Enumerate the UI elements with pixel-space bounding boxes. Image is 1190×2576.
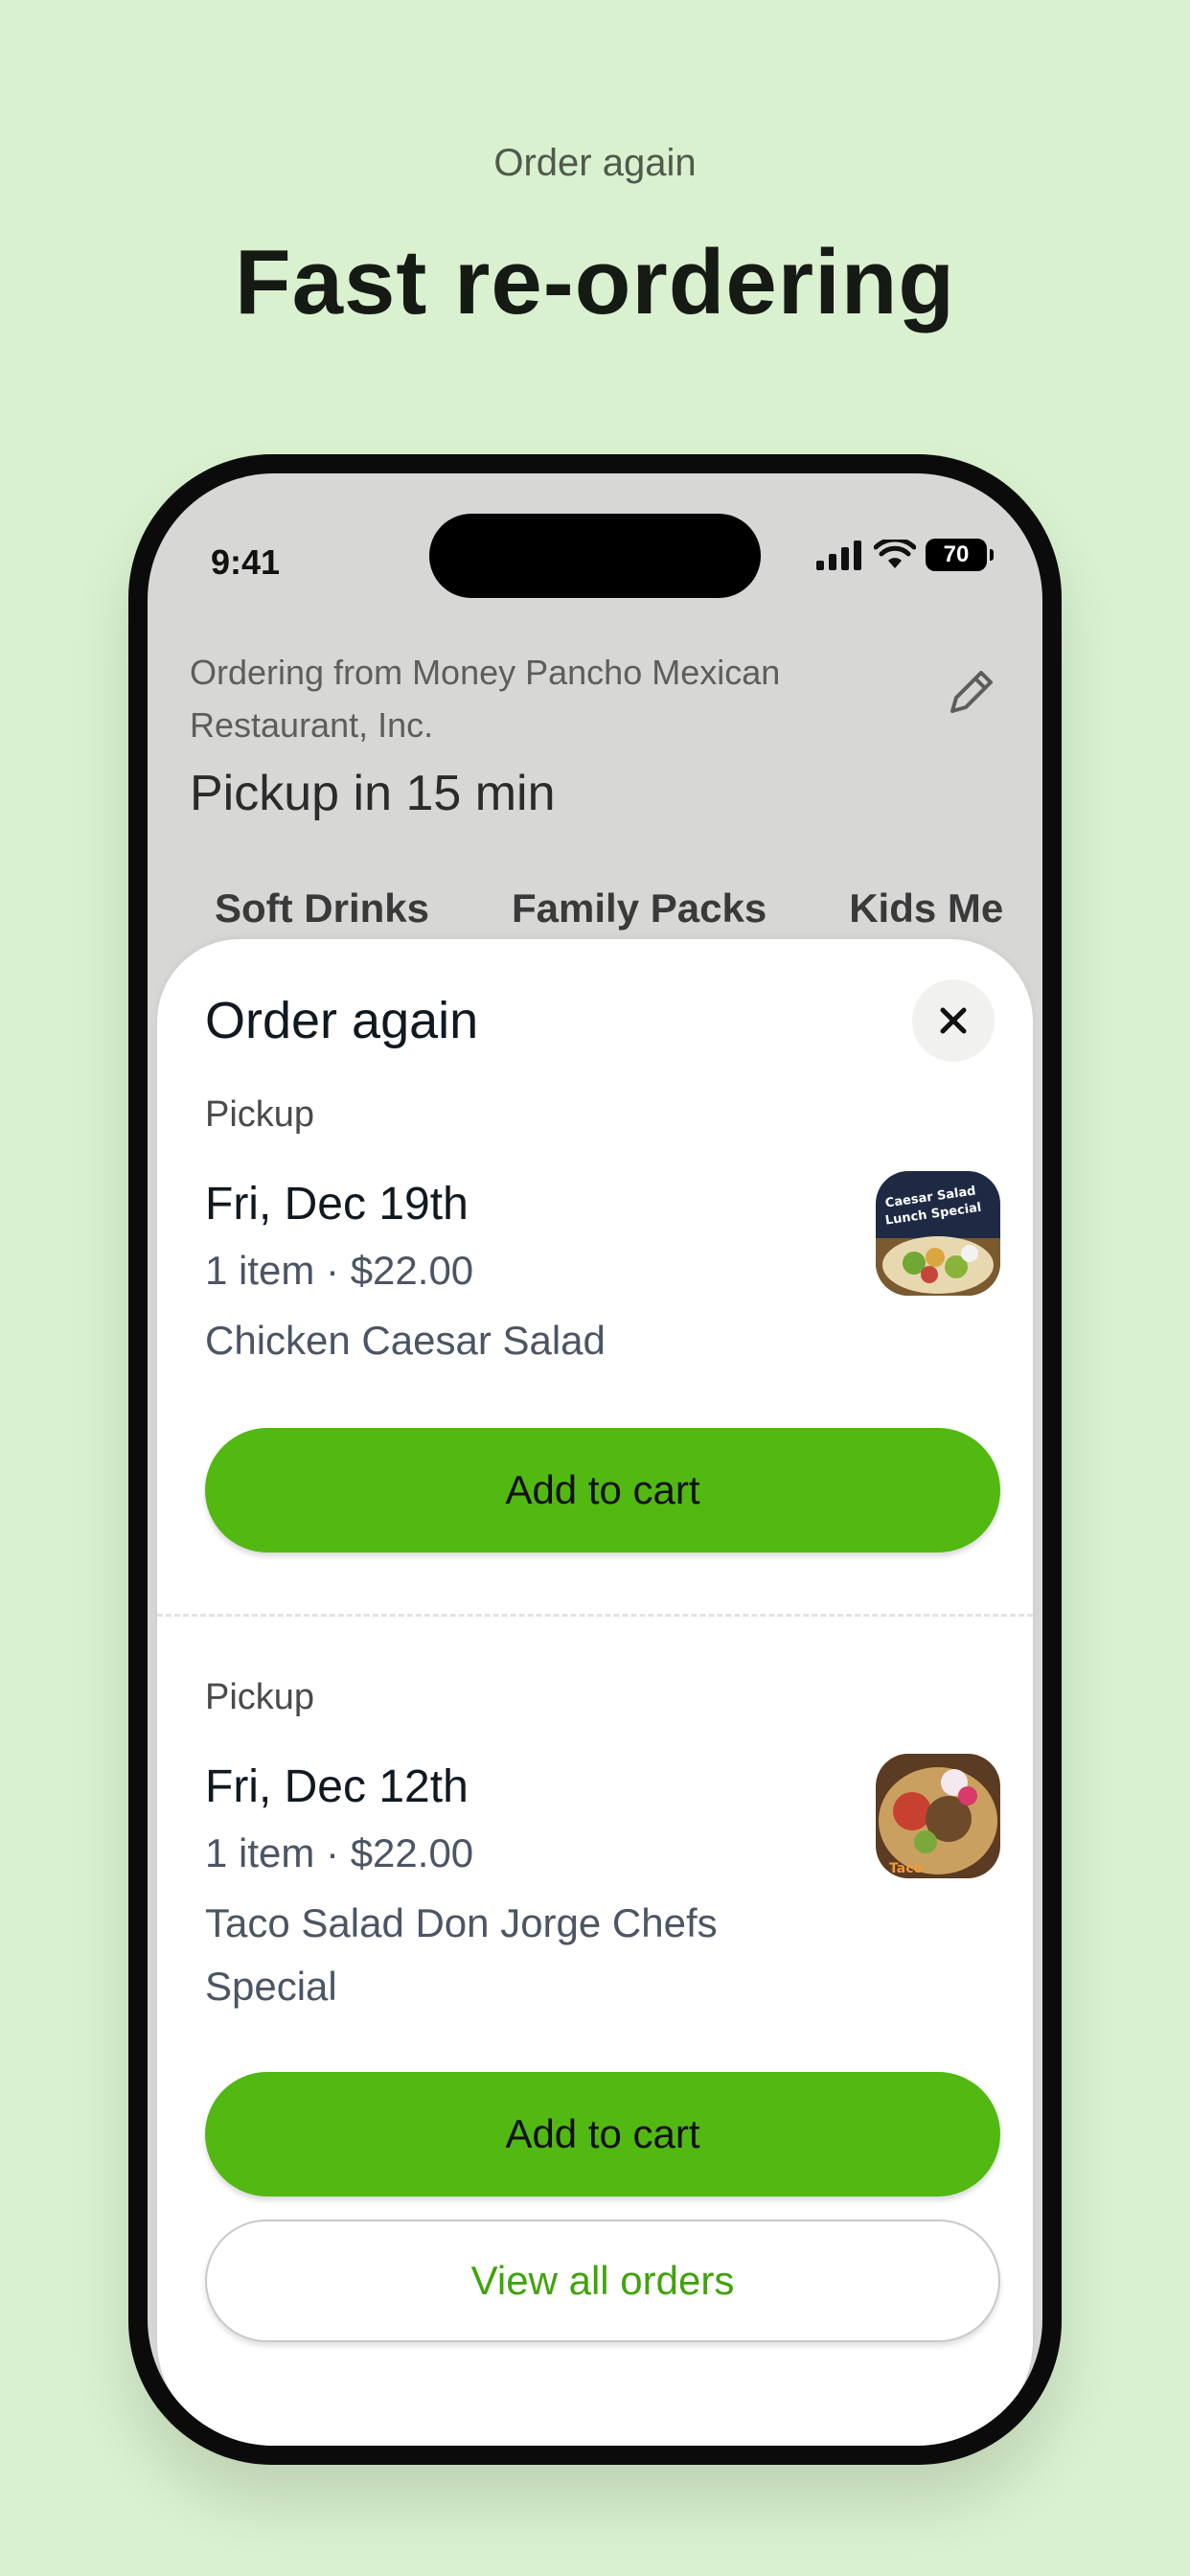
hero-title: Fast re-ordering — [234, 231, 956, 334]
order-type: Pickup — [205, 1094, 315, 1135]
taco-salad-image: Taco — [876, 1754, 1000, 1878]
phone-frame: 9:41 70 Ordering from Money Pancho Mexic… — [128, 454, 1062, 2465]
status-time: 9:41 — [211, 542, 281, 582]
add-to-cart-button[interactable]: Add to cart — [205, 1428, 1000, 1552]
pencil-icon[interactable] — [941, 663, 1000, 723]
sheet-title: Order again — [205, 992, 479, 1049]
svg-text:Taco: Taco — [889, 1861, 923, 1876]
tab-soft-drinks[interactable]: Soft Drinks — [215, 886, 429, 932]
tab-family-packs[interactable]: Family Packs — [512, 886, 767, 932]
hero-eyebrow: Order again — [493, 142, 697, 184]
order-card: Pickup Fri, Dec 19th 1 item · $22.00 Chi… — [205, 1094, 1000, 1372]
order-type: Pickup — [205, 1677, 315, 1717]
status-bar: 9:41 70 — [148, 473, 1042, 608]
order-card: Pickup Fri, Dec 12th 1 item · $22.00 Tac… — [205, 1677, 1000, 2018]
pickup-time[interactable]: Pickup in 15 min — [190, 765, 1000, 822]
restaurant-header: Ordering from Money Pancho Mexican Resta… — [190, 646, 1000, 822]
tab-kids-menu[interactable]: Kids Me — [849, 886, 1003, 932]
close-icon — [940, 1007, 967, 1034]
order-items: Chicken Caesar Salad — [205, 1318, 606, 1363]
ordering-from-text: Ordering from Money Pancho Mexican Resta… — [190, 653, 781, 745]
order-divider — [157, 1614, 1033, 1617]
signal-icon — [816, 540, 861, 570]
dynamic-island — [429, 514, 761, 598]
add-to-cart-button[interactable]: Add to cart — [205, 2072, 1000, 2196]
order-thumbnail: Caesar Salad Lunch Special — [876, 1171, 1000, 1296]
phone-screen: 9:41 70 Ordering from Money Pancho Mexic… — [148, 473, 1042, 2446]
caesar-salad-image: Caesar Salad Lunch Special — [876, 1171, 1000, 1296]
view-all-orders-button[interactable]: View all orders — [205, 2220, 1000, 2342]
order-items: Taco Salad Don Jorge Chefs Special — [205, 1900, 718, 2009]
order-thumbnail: Taco — [876, 1754, 1000, 1878]
wifi-icon — [874, 540, 916, 568]
order-again-sheet: Order again Pickup Fri, Dec 19th 1 item … — [157, 939, 1033, 2446]
close-button[interactable] — [912, 979, 995, 1062]
status-icons: 70 — [814, 539, 994, 571]
category-tabs: Soft Drinks Family Packs Kids Me — [215, 886, 1003, 932]
battery-icon: 70 — [926, 539, 994, 571]
